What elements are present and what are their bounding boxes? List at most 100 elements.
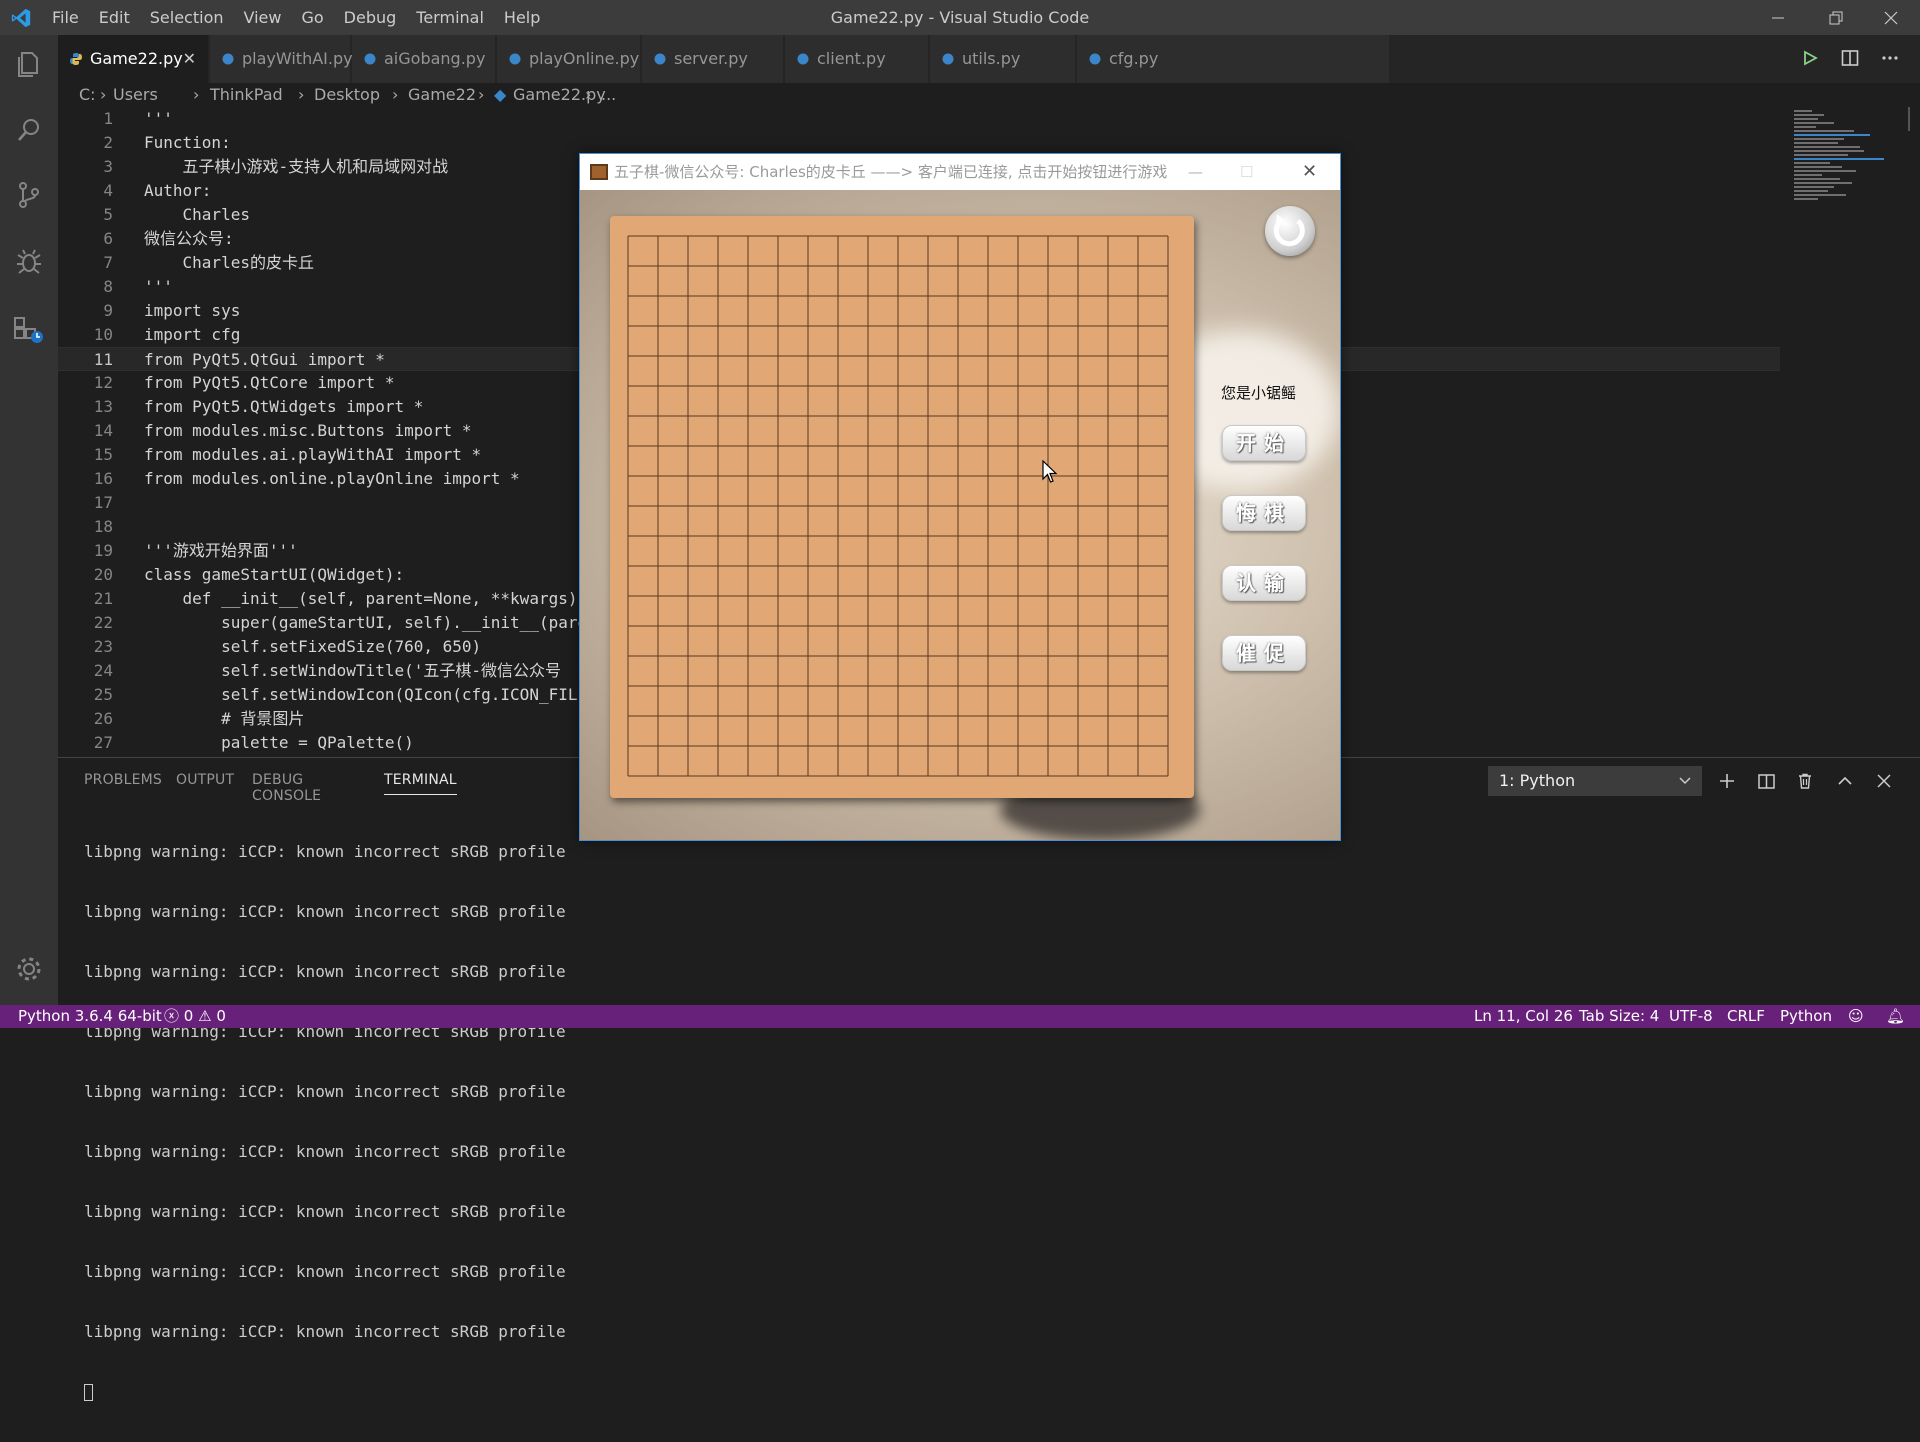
code-text: self.setWindowTitle('五子棋-微信公众号 <box>144 661 561 680</box>
close-tab-icon[interactable]: ✕ <box>183 35 196 83</box>
tab-client[interactable]: client.py <box>785 35 929 83</box>
menu-view[interactable]: View <box>234 0 292 35</box>
maximize-panel-button[interactable] <box>1834 770 1856 792</box>
play-icon <box>1804 50 1818 66</box>
kill-terminal-button[interactable] <box>1794 770 1816 792</box>
tab-problems[interactable]: PROBLEMS <box>84 772 162 788</box>
minimize-icon[interactable]: — <box>1188 154 1203 190</box>
trash-icon <box>1799 773 1811 789</box>
tab-playonline[interactable]: playOnline.py <box>497 35 641 83</box>
search-button[interactable] <box>0 101 58 159</box>
breadcrumb-item[interactable]: Users <box>113 85 158 104</box>
line-number: 21 <box>93 589 113 608</box>
breadcrumb-item[interactable]: Desktop <box>314 85 380 104</box>
split-terminal-button[interactable] <box>1755 770 1777 792</box>
code-text: Charles的皮卡丘 <box>144 253 314 272</box>
line-number: 22 <box>93 613 113 632</box>
terminal-select[interactable]: 1: Python <box>1488 766 1702 796</box>
breadcrumb-item[interactable]: Game22 <box>408 85 476 104</box>
line-number: 12 <box>93 373 113 392</box>
breadcrumb-item[interactable]: ... <box>601 85 616 104</box>
menu-selection[interactable]: Selection <box>140 0 234 35</box>
debug-button[interactable] <box>0 232 58 290</box>
menu-file[interactable]: File <box>42 0 89 35</box>
explorer-button[interactable] <box>0 35 58 93</box>
end-of-line[interactable]: CRLF <box>1727 1005 1765 1028</box>
problems-indicator[interactable]: ⓧ 0 ⚠ 0 <box>164 1005 226 1028</box>
terminal-line: libpng warning: iCCP: known incorrect sR… <box>84 902 566 921</box>
tab-playwithai[interactable]: playWithAI.py <box>210 35 353 83</box>
tab-aigobang[interactable]: aiGobang.py <box>352 35 496 83</box>
restore-button[interactable] <box>1807 0 1865 35</box>
error-count: 0 <box>183 1007 194 1025</box>
more-actions-button[interactable] <box>1879 47 1901 69</box>
menu-edit[interactable]: Edit <box>89 0 140 35</box>
breadcrumb-item[interactable]: C: <box>79 85 96 104</box>
menu-go[interactable]: Go <box>291 0 333 35</box>
minimap[interactable] <box>1780 107 1910 757</box>
menu-help[interactable]: Help <box>494 0 550 35</box>
line-number: 5 <box>103 205 113 224</box>
line-number: 24 <box>93 661 113 680</box>
breadcrumb-item[interactable]: ThinkPad <box>210 85 283 104</box>
code-text: import sys <box>144 301 241 320</box>
regret-button[interactable]: 悔棋 <box>1222 495 1306 531</box>
start-button[interactable]: 开始 <box>1222 425 1306 461</box>
tab-utils[interactable]: utils.py <box>930 35 1076 83</box>
tab-label: playOnline.py <box>529 49 640 68</box>
new-terminal-button[interactable] <box>1716 770 1738 792</box>
language-mode[interactable]: Python <box>1780 1005 1832 1028</box>
source-control-button[interactable] <box>0 166 58 224</box>
surrender-button[interactable]: 认输 <box>1222 565 1306 601</box>
run-button[interactable] <box>1799 47 1821 69</box>
code-text: 五子棋小游戏-支持人机和局域网对战 <box>144 157 449 176</box>
minimize-button[interactable] <box>1749 0 1807 35</box>
menu-debug[interactable]: Debug <box>334 0 407 35</box>
code-text: from modules.misc.Buttons import * <box>144 421 472 440</box>
minimize-icon <box>1772 17 1784 18</box>
encoding[interactable]: UTF-8 <box>1669 1005 1713 1028</box>
code-text: ''' <box>144 277 173 296</box>
bell-icon[interactable]: 🔔︎ <box>1886 1005 1905 1028</box>
feedback-icon[interactable]: ☺ <box>1848 1005 1864 1028</box>
code-text: 微信公众号: <box>144 229 234 248</box>
code-line[interactable]: 2 Function: <box>58 131 1780 155</box>
tab-game22[interactable]: Game22.py ✕ <box>58 35 209 83</box>
error-icon: ⓧ <box>164 1007 180 1025</box>
close-panel-button[interactable] <box>1873 770 1895 792</box>
tab-terminal[interactable]: TERMINAL <box>384 772 457 795</box>
gobang-window: 五子棋-微信公众号: Charles的皮卡丘 ——> 客户端已连接, 点击开始按… <box>579 153 1341 841</box>
urge-button[interactable]: 催促 <box>1222 635 1306 671</box>
line-number: 16 <box>93 469 113 488</box>
tab-output[interactable]: OUTPUT <box>176 772 234 788</box>
python-interpreter[interactable]: Python 3.6.4 64-bit <box>18 1005 162 1028</box>
chevron-up-icon <box>1838 776 1852 785</box>
tab-cfg[interactable]: cfg.py <box>1077 35 1390 83</box>
gobang-board[interactable] <box>610 216 1194 798</box>
tab-size[interactable]: Tab Size: 4 <box>1579 1005 1659 1028</box>
manage-button[interactable] <box>0 940 58 998</box>
split-editor-button[interactable] <box>1839 47 1861 69</box>
warning-count: 0 <box>216 1007 226 1025</box>
refresh-button[interactable] <box>1265 206 1315 256</box>
line-number: 23 <box>93 637 113 656</box>
code-line[interactable]: 1 ''' <box>58 107 1780 131</box>
code-text: super(gameStartUI, self).__init__(pare <box>144 613 588 632</box>
terminal-output[interactable]: libpng warning: iCCP: known incorrect sR… <box>84 802 566 1442</box>
close-icon[interactable]: ✕ <box>1302 154 1317 190</box>
cursor-position[interactable]: Ln 11, Col 26 <box>1474 1005 1573 1028</box>
menu-bar: File Edit Selection View Go Debug Termin… <box>42 0 550 35</box>
files-icon <box>18 52 38 77</box>
extensions-button[interactable] <box>0 298 58 356</box>
source-control-icon <box>19 182 39 208</box>
chevron-right-icon: › <box>100 85 107 104</box>
activity-bar <box>0 35 58 1005</box>
breadcrumb-item[interactable]: Game22.py <box>513 85 606 104</box>
close-window-button[interactable] <box>1862 0 1920 35</box>
tab-debug-console[interactable]: DEBUG CONSOLE <box>252 772 321 804</box>
tab-label: aiGobang.py <box>384 49 486 68</box>
python-file-icon <box>942 53 954 65</box>
menu-terminal[interactable]: Terminal <box>406 0 494 35</box>
line-number: 1 <box>103 109 113 128</box>
tab-server[interactable]: server.py <box>642 35 784 83</box>
